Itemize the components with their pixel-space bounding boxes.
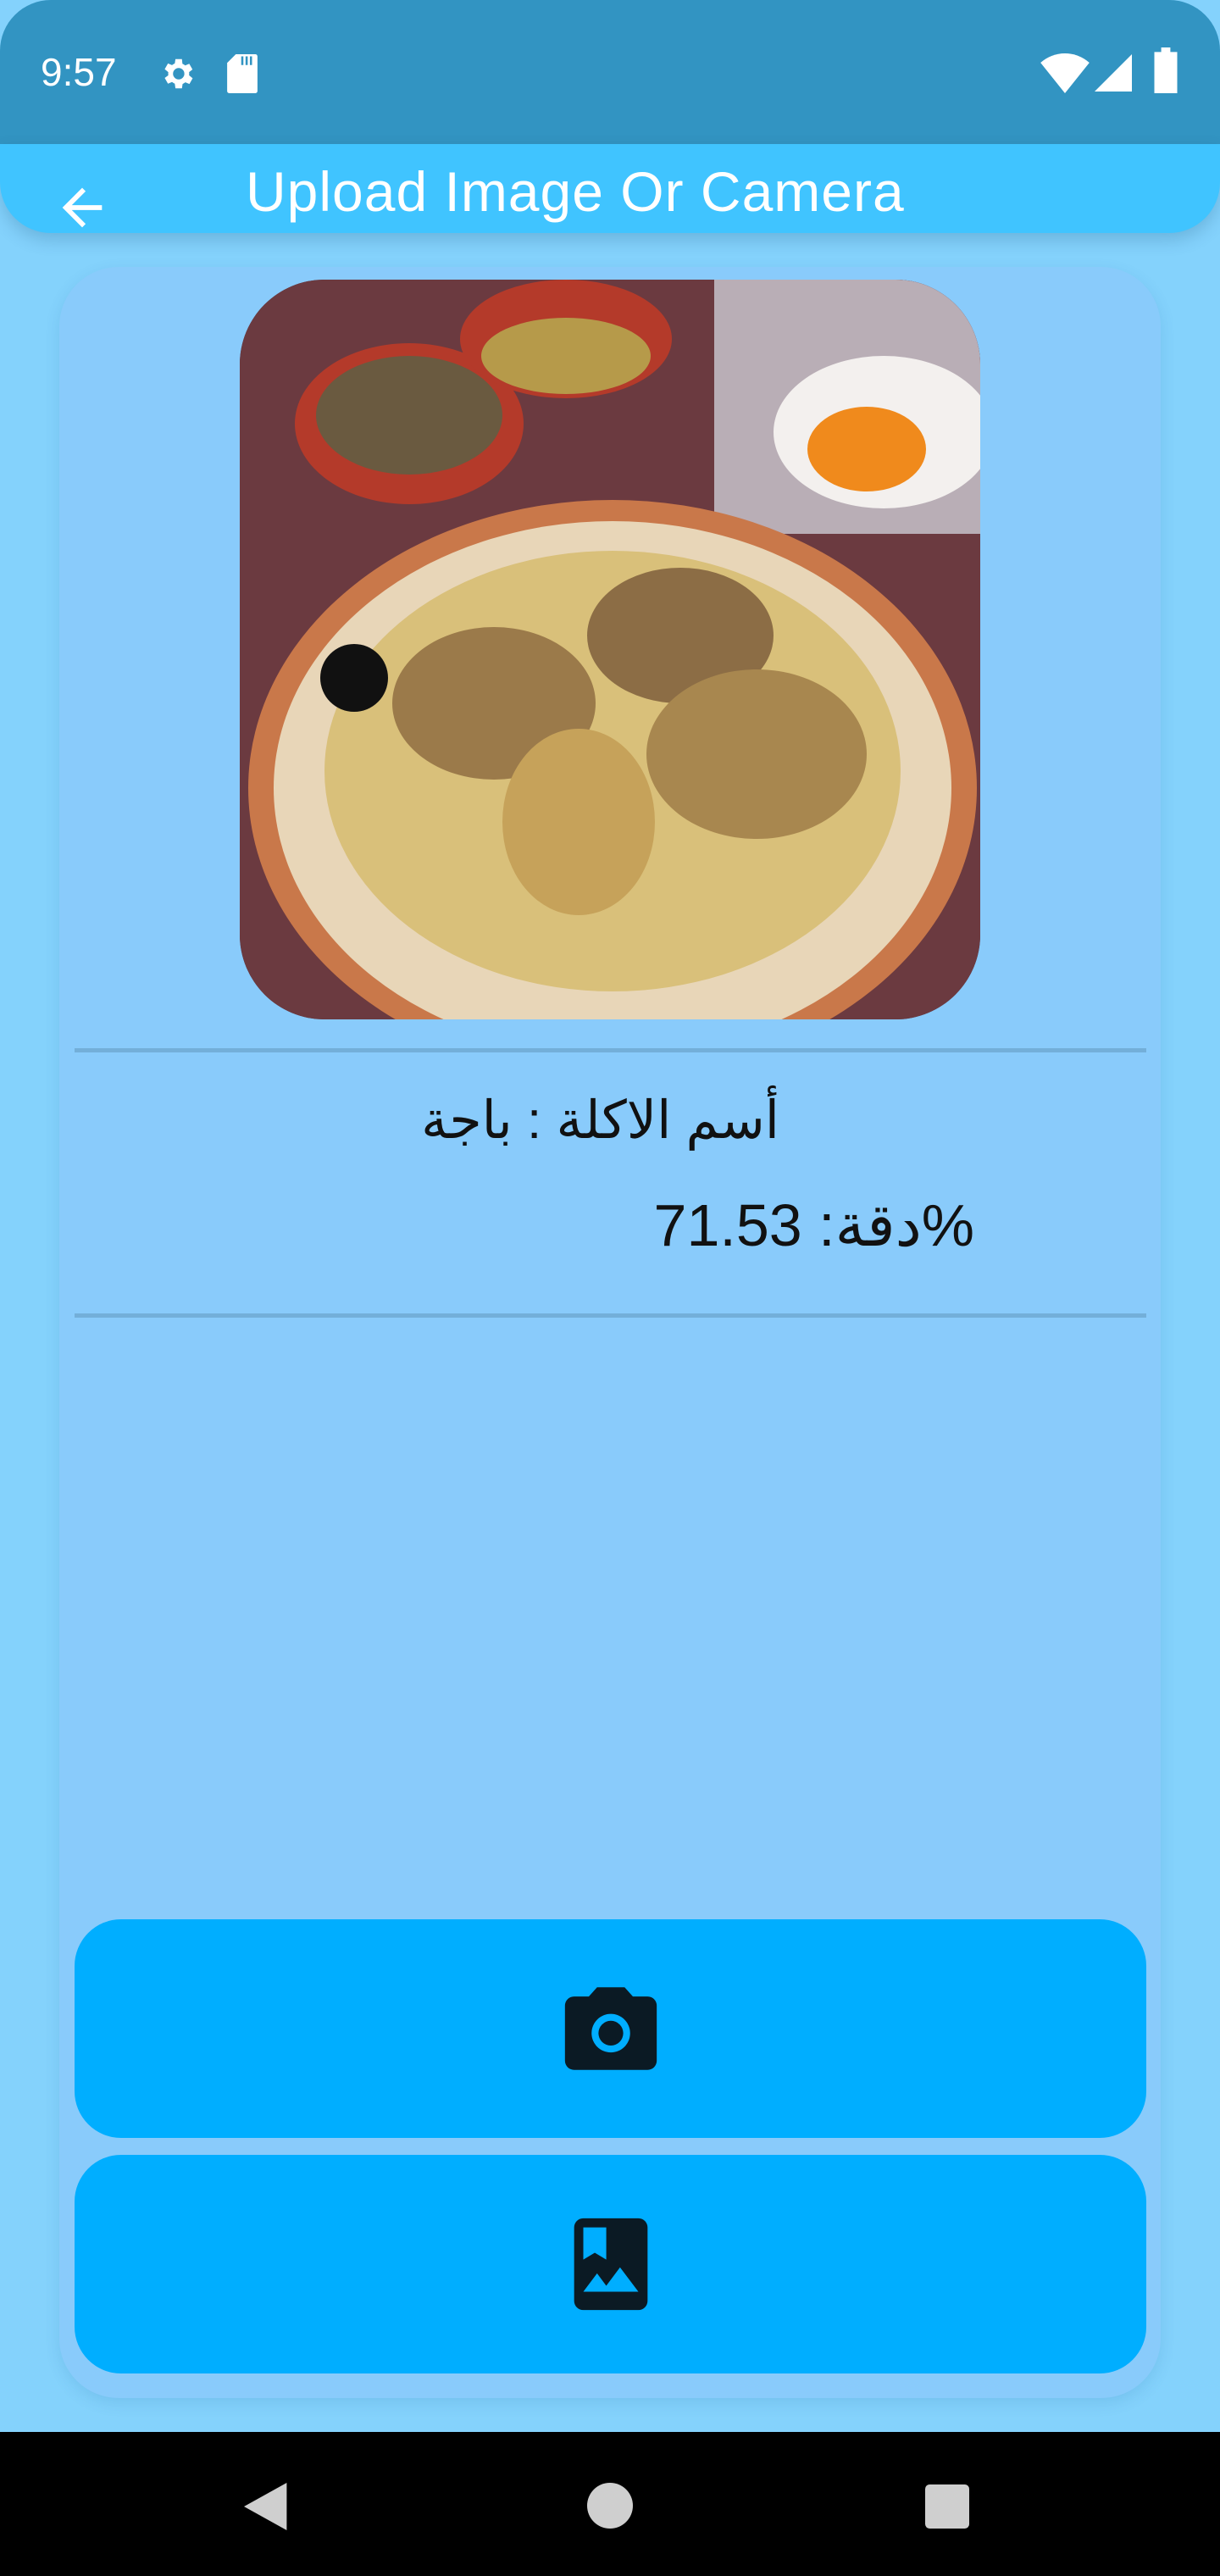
result-card: أسم الاكلة : باجة %دقة: 71.53 bbox=[59, 267, 1161, 2398]
accuracy-text: %دقة: 71.53 bbox=[653, 1192, 974, 1258]
status-bar: 9:57 bbox=[0, 0, 1220, 144]
page-title: Upload Image Or Camera bbox=[246, 160, 905, 223]
recents-nav-icon[interactable] bbox=[925, 2484, 969, 2529]
home-nav-icon[interactable] bbox=[587, 2483, 633, 2529]
food-name-text: أسم الاكلة : باجة bbox=[421, 1091, 779, 1150]
gallery-button[interactable] bbox=[75, 2155, 1146, 2373]
app-bar: Upload Image Or Camera bbox=[0, 144, 1220, 233]
divider-top bbox=[75, 1048, 1146, 1052]
navigation-bar bbox=[0, 2432, 1220, 2576]
divider-bottom bbox=[75, 1313, 1146, 1318]
arrow-left-icon[interactable] bbox=[53, 178, 112, 237]
gear-icon bbox=[164, 58, 193, 89]
food-image bbox=[240, 280, 980, 1019]
back-nav-icon[interactable] bbox=[244, 2483, 291, 2530]
status-time: 9:57 bbox=[41, 50, 117, 94]
wifi-icon bbox=[1040, 53, 1090, 93]
sd-card-icon bbox=[227, 54, 258, 93]
signal-icon bbox=[1095, 54, 1132, 92]
camera-button[interactable] bbox=[75, 1919, 1146, 2138]
photo-album-icon bbox=[574, 2218, 647, 2311]
camera-icon bbox=[564, 1987, 657, 2070]
battery-icon bbox=[1154, 47, 1178, 93]
